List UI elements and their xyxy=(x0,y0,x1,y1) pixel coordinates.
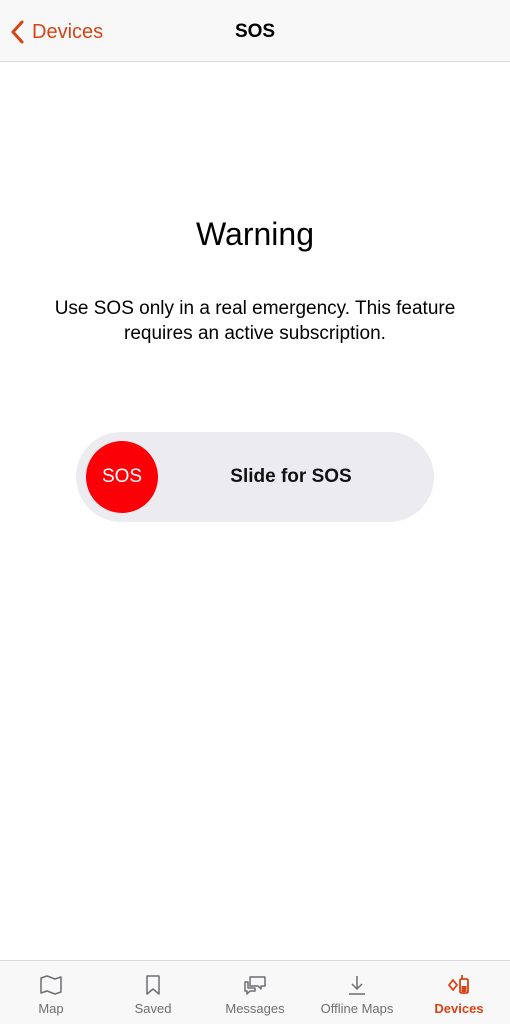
devices-icon xyxy=(446,973,472,997)
back-button-label: Devices xyxy=(32,21,104,43)
navigation-bar: Devices SOS xyxy=(0,0,510,62)
warning-message: Use SOS only in a real emergency. This f… xyxy=(54,298,456,344)
tab-map-label: Map xyxy=(38,1001,64,1016)
tab-offline-maps-label: Offline Maps xyxy=(320,1001,394,1016)
sos-screen: Devices SOS Warning Use SOS only in a re… xyxy=(0,0,510,1024)
sos-knob-label: SOS xyxy=(101,466,143,487)
tab-devices-label: Devices xyxy=(434,1001,484,1016)
tab-offline-maps[interactable]: Offline Maps xyxy=(306,961,408,1024)
sos-slider[interactable]: SOS Slide for SOS xyxy=(76,432,434,522)
sos-slider-knob[interactable]: SOS xyxy=(86,441,158,513)
tab-messages[interactable]: Messages xyxy=(204,961,306,1024)
tab-messages-label: Messages xyxy=(225,1001,285,1016)
bookmark-icon xyxy=(144,973,162,997)
warning-heading: Warning xyxy=(196,216,314,252)
download-icon xyxy=(346,973,368,997)
tab-saved[interactable]: Saved xyxy=(102,961,204,1024)
tab-map[interactable]: Map xyxy=(0,961,102,1024)
tab-saved-label: Saved xyxy=(134,1001,172,1016)
chevron-left-icon xyxy=(10,20,24,44)
map-icon xyxy=(39,973,63,997)
back-button[interactable]: Devices xyxy=(10,16,103,48)
messages-icon xyxy=(242,973,268,997)
slide-for-sos-label: Slide for SOS xyxy=(230,466,352,487)
tab-devices[interactable]: Devices xyxy=(408,961,510,1024)
tab-bar: Map Saved Messages Offline Maps Devices xyxy=(0,960,510,1024)
